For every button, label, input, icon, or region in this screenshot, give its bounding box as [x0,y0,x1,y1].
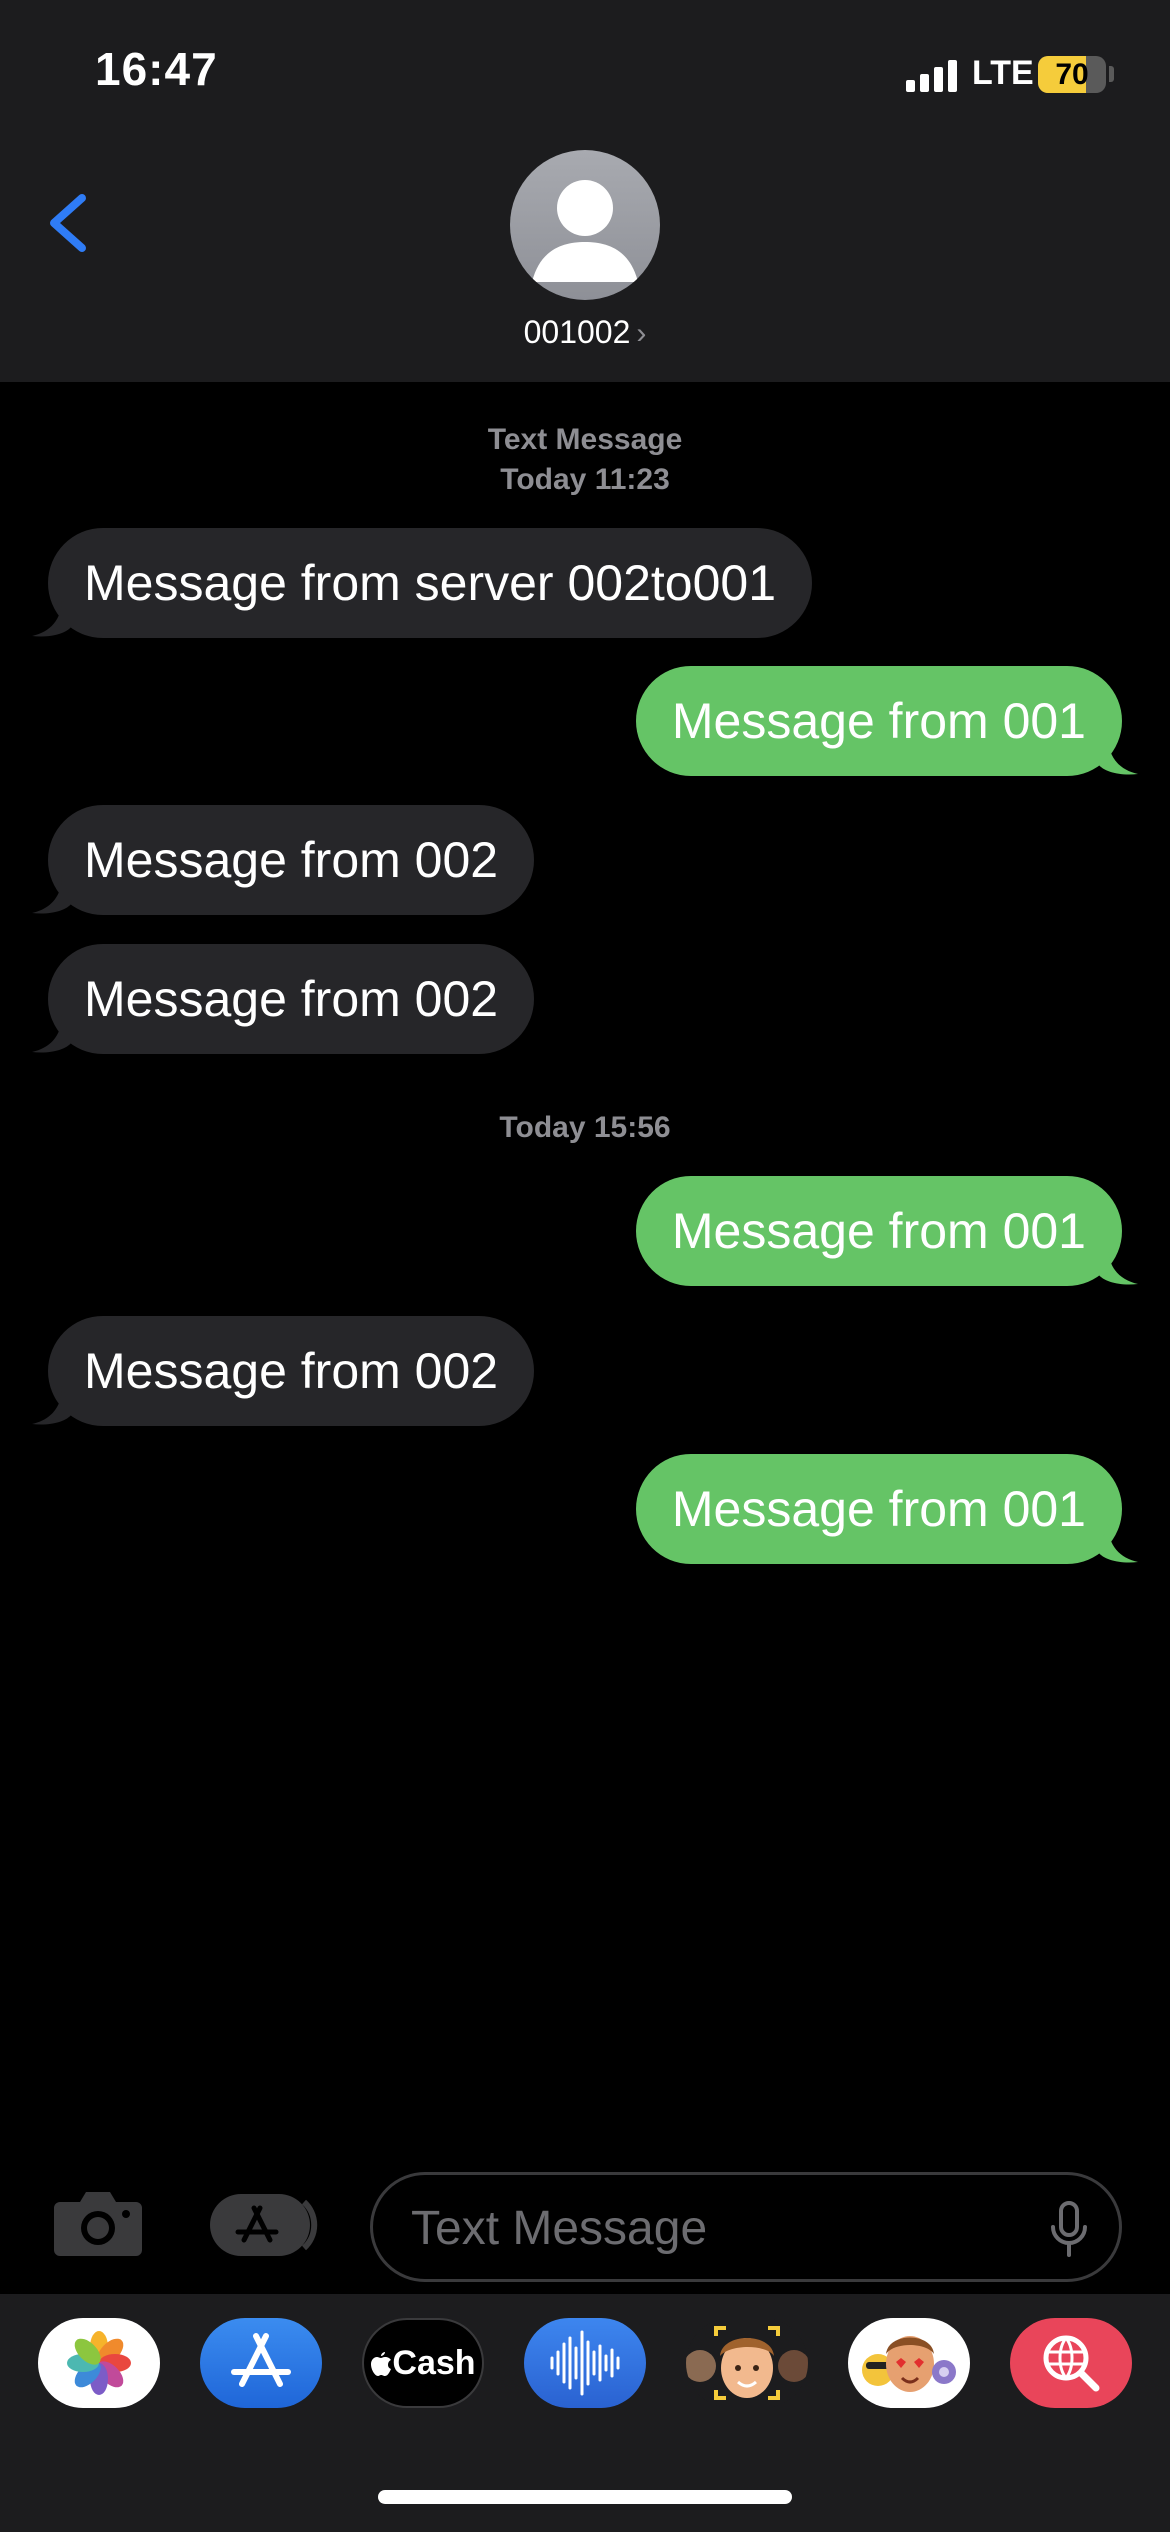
status-time: 16:47 [95,43,218,95]
battery-nub [1109,66,1114,82]
memoji-stickers-app-button[interactable] [848,2318,970,2408]
message-input[interactable] [409,2175,1013,2281]
app-store-app-button[interactable] [200,2318,322,2408]
apple-cash-label: Cash [392,2344,476,2382]
outgoing-message-bubble[interactable]: Message from 001 [635,1176,1122,1286]
dictation-button[interactable] [1049,2201,1089,2257]
cellular-signal-icon [906,60,960,92]
incoming-message-bubble[interactable]: Message from server 002to001 [48,528,813,638]
image-search-icon [1043,2335,1100,2392]
apple-logo-icon [371,2352,392,2376]
image-search-app-button[interactable] [1010,2318,1132,2408]
battery-level: 70 [1055,58,1089,91]
incoming-message-bubble[interactable]: Message from 002 [48,1316,535,1426]
bubble-tail [1098,1246,1138,1285]
bubble-tail [32,1386,72,1425]
bubble-tail [32,875,72,914]
conversation-header: 16:47 LTE 70 001002 › [0,0,1170,382]
apple-cash-app-button[interactable]: Cash [362,2318,484,2408]
home-indicator[interactable] [378,2490,792,2504]
service-label: Text Message [487,423,683,456]
person-silhouette-icon [532,180,638,282]
timestamp: Today 11:23 [500,463,670,496]
outgoing-message-bubble[interactable]: Message from 001 [635,666,1122,776]
photos-icon [67,2331,131,2395]
microphone-icon [1051,2201,1087,2257]
app-store-icon [231,2333,291,2387]
photos-app-button[interactable] [38,2318,160,2408]
audio-waveform-icon [550,2330,620,2396]
contact-name: 001002 [523,314,631,350]
camera-button[interactable] [52,2188,144,2258]
incoming-message-bubble[interactable]: Message from 002 [48,805,535,915]
app-store-icon [210,2194,318,2256]
bubble-tail [32,598,72,637]
chevron-right-icon: › [636,317,647,350]
message-composer [370,2172,1122,2282]
audio-message-app-button[interactable] [524,2318,646,2408]
contact-name-button[interactable]: 001002 › [0,314,1170,351]
memoji-app-button[interactable] [686,2318,808,2408]
outgoing-message-bubble[interactable]: Message from 001 [635,1454,1122,1564]
memoji-stickers-icon [862,2336,956,2392]
camera-icon [54,2192,142,2256]
battery-icon: 70 [1038,56,1106,93]
contact-avatar[interactable] [510,150,660,300]
bubble-tail [1098,1524,1138,1563]
apps-button[interactable] [208,2192,320,2258]
network-type: LTE [972,54,1034,92]
bubble-tail [32,1014,72,1053]
timestamp: Today 15:56 [499,1111,671,1144]
chevron-left-icon [50,194,86,252]
bubble-tail [1098,736,1138,775]
back-button[interactable] [40,178,100,268]
incoming-message-bubble[interactable]: Message from 002 [48,944,535,1054]
memoji-icon [686,2326,808,2400]
